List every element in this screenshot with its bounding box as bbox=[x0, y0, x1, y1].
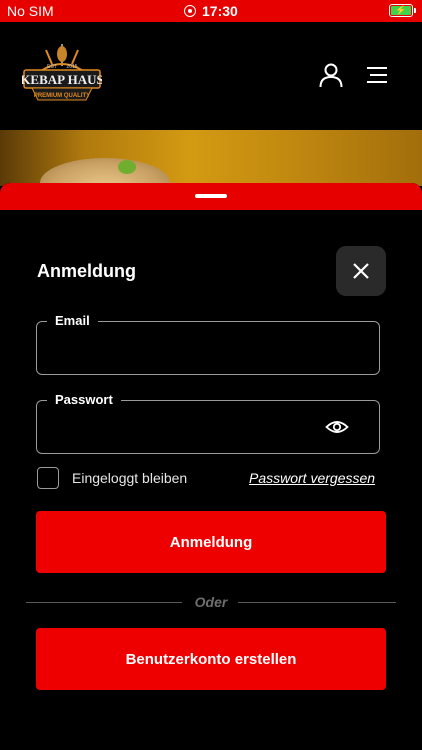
close-button[interactable] bbox=[336, 246, 386, 296]
garnish-shape bbox=[118, 160, 136, 174]
login-button[interactable]: Anmeldung bbox=[36, 511, 386, 573]
create-account-button[interactable]: Benutzerkonto erstellen bbox=[36, 628, 386, 690]
carrier-label: No SIM bbox=[7, 3, 54, 19]
password-input[interactable] bbox=[49, 413, 319, 441]
logo-year: 2015 bbox=[66, 64, 77, 70]
remember-me-label[interactable]: Eingeloggt bleiben bbox=[72, 470, 187, 486]
remember-me-checkbox[interactable] bbox=[37, 467, 59, 489]
password-label: Passwort bbox=[47, 392, 121, 407]
login-sheet: Anmeldung Email Passwort Eingeloggt blei… bbox=[0, 183, 422, 750]
sheet-grabber-handle[interactable] bbox=[195, 194, 227, 198]
food-image bbox=[40, 158, 170, 186]
kebap-haus-logo[interactable]: KEBAP HAUS PREMIUM QUALITY EST 2015 bbox=[22, 42, 102, 106]
logo-est: EST bbox=[47, 64, 57, 70]
password-field[interactable]: Passwort bbox=[36, 392, 380, 454]
email-label: Email bbox=[47, 313, 98, 328]
eye-icon[interactable] bbox=[325, 417, 349, 437]
login-title: Anmeldung bbox=[37, 261, 136, 281]
status-time: 17:30 bbox=[202, 3, 238, 19]
or-divider: Oder bbox=[26, 594, 396, 612]
app-header: KEBAP HAUS PREMIUM QUALITY EST 2015 bbox=[0, 22, 422, 130]
email-input[interactable] bbox=[49, 334, 319, 362]
divider-line-right bbox=[238, 602, 396, 603]
email-field[interactable]: Email bbox=[36, 313, 380, 375]
logo-subtext: PREMIUM QUALITY bbox=[34, 93, 90, 99]
forgot-password-link[interactable]: Passwort vergessen bbox=[249, 470, 375, 486]
hero-food-image bbox=[0, 130, 422, 186]
status-bar: No SIM 17:30 ⚡ bbox=[0, 0, 422, 22]
close-icon bbox=[353, 263, 369, 279]
user-icon[interactable] bbox=[318, 62, 344, 88]
status-time-group: 17:30 bbox=[184, 3, 238, 19]
hamburger-menu-icon[interactable] bbox=[364, 62, 390, 88]
battery-charging-icon: ⚡ bbox=[389, 4, 416, 17]
logo-text: KEBAP HAUS bbox=[22, 72, 102, 87]
sheet-header-bar[interactable] bbox=[0, 183, 422, 210]
recording-icon bbox=[184, 5, 196, 17]
